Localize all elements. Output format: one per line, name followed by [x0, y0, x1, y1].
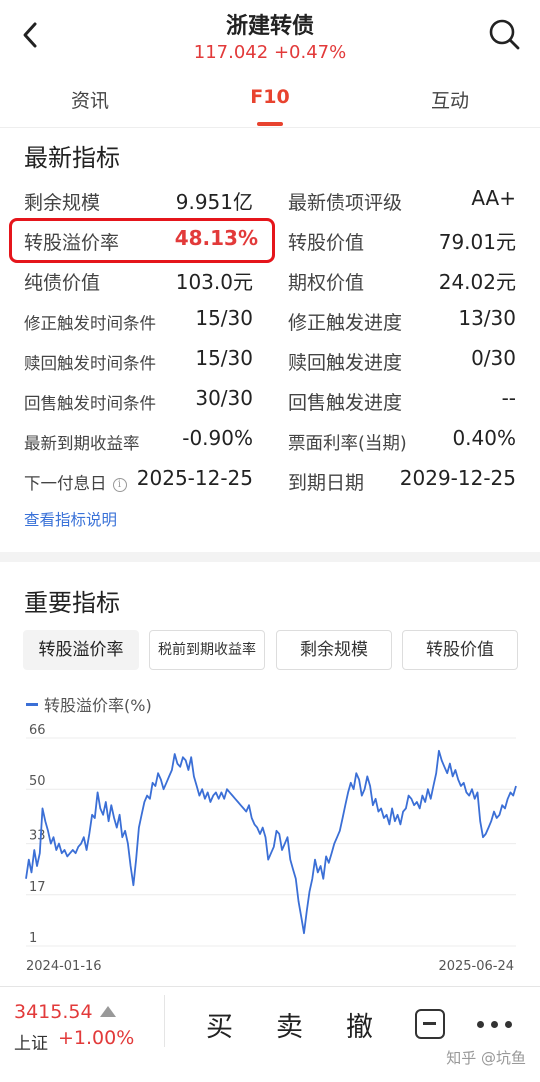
cancel-order-button[interactable]: 撤	[346, 1005, 373, 1044]
sell-button[interactable]: 卖	[276, 1005, 303, 1044]
latest-metrics-title: 最新指标	[24, 144, 120, 172]
metric-label: 最新到期收益率	[24, 434, 140, 453]
legend-label: 转股溢价率(%)	[44, 696, 152, 715]
metric-value: 0/30	[471, 346, 516, 370]
metric-value: 2029-12-25	[399, 466, 516, 490]
metric-value: 79.01元	[438, 230, 516, 254]
metric-value: 103.0元	[175, 270, 253, 294]
metric-label: 赎回触发时间条件	[24, 354, 156, 373]
metric-row: 赎回触发时间条件 15/30 赎回触发进度 0/30	[0, 340, 540, 380]
active-tab-indicator	[257, 122, 283, 126]
metric-label-text: 下一付息日	[24, 474, 107, 493]
more-icon[interactable]	[477, 1021, 513, 1029]
y-tick-label: 66	[29, 723, 46, 738]
metric-label: 修正触发进度	[288, 312, 403, 334]
metric-row: 回售触发时间条件 30/30 回售触发进度 --	[0, 380, 540, 420]
metric-value: 30/30	[195, 386, 253, 410]
y-tick-label: 33	[29, 829, 46, 844]
x-tick-label: 2024-01-16	[26, 959, 102, 974]
metric-value: 13/30	[458, 306, 516, 330]
metric-label: 转股价值	[288, 232, 365, 254]
index-arrow-icon[interactable]	[100, 1006, 116, 1017]
info-icon[interactable]: i	[112, 478, 127, 492]
y-tick-label: 17	[29, 880, 46, 895]
metric-label: 纯债价值	[24, 272, 101, 294]
price-change: +0.47%	[273, 42, 347, 63]
metric-label: 下一付息日 i	[24, 470, 127, 494]
metric-label: 期权价值	[288, 272, 365, 294]
metric-explanation-link[interactable]: 查看指标说明	[24, 508, 117, 530]
price-line: 117.042 +0.47%	[0, 42, 540, 63]
section-divider	[0, 552, 540, 562]
highlight-box	[9, 218, 275, 263]
metric-row: 剩余规模 9.951亿 最新债项评级 AA+	[0, 180, 540, 220]
chart-x-ticks: 2024-01-16 2025-06-24	[26, 959, 514, 974]
bottom-trade-bar: 3415.54 上证 +1.00% 买 卖 撤 知乎 @坑鱼	[0, 986, 540, 1082]
chip-pretax-ytm[interactable]: 税前到期收益率	[149, 630, 265, 670]
important-metrics-title: 重要指标	[24, 589, 120, 617]
bar-separator	[164, 995, 165, 1047]
index-name: 上证	[14, 1034, 48, 1054]
page-title: 浙建转债	[225, 14, 314, 39]
metric-label: 票面利率(当期)	[288, 434, 407, 454]
metric-label: 赎回触发进度	[288, 352, 403, 374]
y-tick-label: 50	[29, 774, 46, 789]
tab-f10[interactable]: F10	[210, 86, 330, 108]
metric-row: 修正触发时间条件 15/30 修正触发进度 13/30	[0, 300, 540, 340]
metric-row: 下一付息日 i 2025-12-25 到期日期 2029-12-25	[0, 460, 540, 500]
metric-label: 回售触发时间条件	[24, 394, 156, 413]
metric-value: --	[501, 386, 516, 410]
x-tick-label: 2025-06-24	[438, 959, 514, 974]
metric-label: 回售触发进度	[288, 392, 403, 414]
legend-swatch	[26, 703, 38, 706]
metric-label: 到期日期	[288, 472, 365, 494]
metric-value: -0.90%	[182, 426, 253, 450]
metric-label: 最新债项评级	[288, 192, 403, 214]
search-icon[interactable]	[486, 16, 522, 52]
metric-value: 9.951亿	[175, 190, 253, 214]
y-tick-label: 1	[29, 931, 37, 946]
watermark: 知乎 @坑鱼	[446, 1049, 526, 1067]
chip-premium-rate[interactable]: 转股溢价率	[23, 630, 139, 670]
metric-row: 纯债价值 103.0元 期权价值 24.02元	[0, 260, 540, 300]
tab-interaction[interactable]: 互动	[390, 86, 510, 113]
tab-bar: 资讯 F10 互动	[0, 76, 540, 128]
metric-value: 0.40%	[452, 426, 516, 450]
metric-value: 24.02元	[438, 270, 516, 294]
chart-grid	[26, 737, 516, 947]
metric-value: 15/30	[195, 346, 253, 370]
metric-label: 剩余规模	[24, 192, 101, 214]
price-value: 117.042	[193, 42, 269, 63]
chip-conversion-value[interactable]: 转股价值	[402, 630, 518, 670]
chart-legend: 转股溢价率(%)	[26, 692, 152, 716]
minus-square-icon[interactable]	[415, 1009, 445, 1039]
index-change: +1.00%	[58, 1027, 135, 1049]
buy-button[interactable]: 买	[206, 1005, 233, 1044]
tab-news[interactable]: 资讯	[30, 86, 150, 113]
chip-remaining-size[interactable]: 剩余规模	[276, 630, 392, 670]
metric-row: 最新到期收益率 -0.90% 票面利率(当期) 0.40%	[0, 420, 540, 460]
metric-label: 修正触发时间条件	[24, 314, 156, 333]
header: 浙建转债 117.042 +0.47%	[0, 0, 540, 72]
metric-value: AA+	[471, 186, 516, 210]
metric-chip-group: 转股溢价率 税前到期收益率 剩余规模 转股价值	[0, 630, 540, 670]
index-value[interactable]: 3415.54	[14, 1001, 93, 1023]
metric-value: 15/30	[195, 306, 253, 330]
chart-y-ticks: 66 50 33 17 1	[29, 723, 46, 946]
premium-rate-chart[interactable]: 66 50 33 17 1 2024-01-16 2025-06-24	[0, 720, 540, 980]
metric-value: 2025-12-25	[136, 466, 253, 490]
series-line	[25, 749, 517, 935]
